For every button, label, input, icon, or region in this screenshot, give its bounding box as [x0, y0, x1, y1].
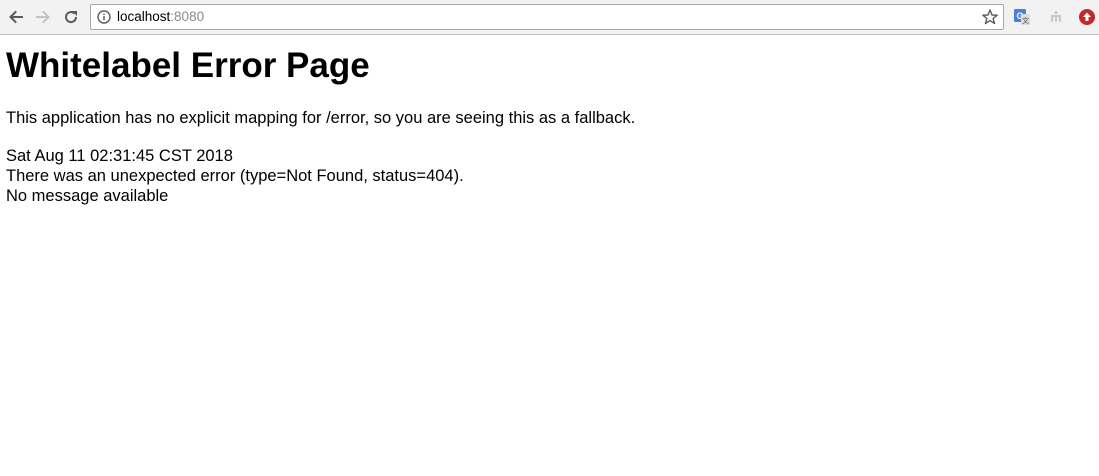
star-icon[interactable] [981, 8, 999, 26]
error-message: No message available [6, 187, 169, 205]
back-arrow-icon [9, 10, 23, 24]
browser-toolbar: localhost:8080 G 文 [0, 0, 1099, 35]
red-circle-extension-icon[interactable] [1078, 8, 1096, 26]
error-description: This application has no explicit mapping… [6, 109, 636, 127]
error-type-status: There was an unexpected error (type=Not … [6, 167, 464, 185]
url-text[interactable]: localhost:8080 [117, 9, 204, 25]
page-title: Whitelabel Error Page [6, 46, 370, 85]
url-host: localhost [117, 9, 171, 24]
url-port: :8080 [170, 9, 205, 24]
info-icon[interactable] [97, 10, 111, 24]
error-details: Sat Aug 11 02:31:45 CST 2018 There was a… [6, 146, 464, 206]
google-translate-icon[interactable]: G 文 [1013, 8, 1031, 26]
address-bar[interactable]: localhost:8080 [90, 4, 1004, 30]
extension-icon[interactable] [1047, 8, 1065, 26]
reload-button[interactable] [60, 6, 82, 28]
back-button[interactable] [5, 6, 27, 28]
forward-arrow-icon [36, 10, 50, 24]
forward-button[interactable] [32, 6, 54, 28]
svg-text:文: 文 [1022, 16, 1029, 25]
error-timestamp: Sat Aug 11 02:31:45 CST 2018 [6, 147, 233, 165]
reload-icon [65, 11, 78, 24]
